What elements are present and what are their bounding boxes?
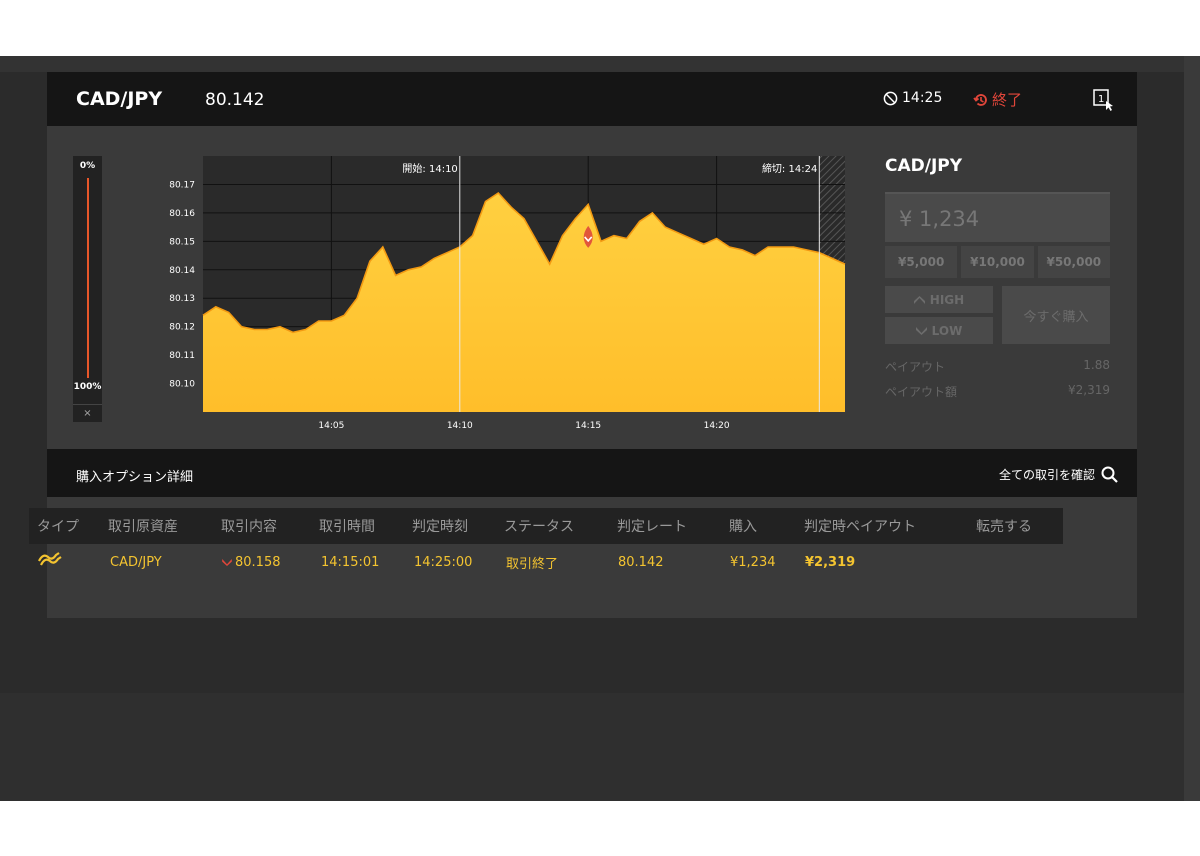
expiry-time: 14:25 <box>883 90 942 106</box>
confirm-all-link[interactable]: 全ての取引を確認 <box>999 466 1118 483</box>
y-tick-label: 80.16 <box>169 209 195 219</box>
preset-50000-button[interactable]: ¥50,000 <box>1037 246 1110 278</box>
col-judge-time: 判定時刻 <box>412 519 468 535</box>
table-row[interactable]: CAD/JPY 80.158 14:15:01 14:25:00 取引終了 80… <box>29 544 1063 580</box>
col-purchase: 購入 <box>729 519 757 535</box>
progress-start-label: 0% <box>79 161 96 171</box>
end-label: 締切: 14:24 <box>762 162 817 175</box>
details-title: 購入オプション詳細 <box>76 470 194 485</box>
x-tick-label: 14:15 <box>575 421 601 431</box>
cell-judge-rate: 80.142 <box>618 554 664 570</box>
chevron-down-icon <box>222 558 232 566</box>
chevron-down-icon <box>915 326 927 335</box>
trade-buttons: HIGH LOW 今すぐ購入 <box>885 286 1110 344</box>
order-pair-title: CAD/JPY <box>885 156 963 176</box>
y-tick-label: 80.13 <box>169 294 195 304</box>
amount-presets: ¥5,000 ¥10,000 ¥50,000 <box>885 246 1110 278</box>
col-trade-time: 取引時間 <box>319 519 375 535</box>
svg-text:1: 1 <box>1098 94 1104 105</box>
progress-bar <box>87 178 89 378</box>
direction-buttons: HIGH LOW <box>885 286 993 344</box>
col-payout: 判定時ペイアウト <box>804 519 916 535</box>
low-label: LOW <box>931 323 963 338</box>
pair-title: CAD/JPY <box>76 88 163 110</box>
cell-content-rate: 80.158 <box>235 554 281 570</box>
screen: CAD/JPY 80.142 14:25 終了 1 0% 100% × 80.1… <box>0 56 1200 801</box>
price-chart: 80.10 80.11 80.12 80.13 80.14 80.15 80.16 80.17… <box>169 156 846 431</box>
y-tick-label: 80.12 <box>169 323 195 333</box>
expiry-time-label: 14:25 <box>902 90 943 106</box>
status-ended-label: 終了 <box>992 91 1023 109</box>
cell-payout: ¥2,319 <box>805 554 856 570</box>
payout-label: ペイアウト <box>885 360 946 374</box>
high-button[interactable]: HIGH <box>885 286 993 313</box>
payout-value: 1.88 <box>1083 358 1110 372</box>
col-type: タイプ <box>37 519 79 535</box>
binary-type-icon <box>38 552 62 566</box>
y-tick-label: 80.11 <box>169 351 195 361</box>
x-tick-label: 14:05 <box>318 421 344 431</box>
no-entry-icon <box>883 91 898 105</box>
col-asset: 取引原資産 <box>108 519 178 535</box>
trade-header: CAD/JPY 80.142 14:25 終了 1 <box>47 72 1137 126</box>
cell-content: 80.158 <box>222 555 281 570</box>
y-tick-label: 80.17 <box>169 180 195 190</box>
payout-row: ペイアウト 1.88 <box>885 358 1110 375</box>
history-icon <box>973 93 987 106</box>
cell-asset: CAD/JPY <box>110 554 162 570</box>
col-resell: 転売する <box>976 519 1032 535</box>
y-tick-label: 80.15 <box>169 237 195 247</box>
start-label: 開始: 14:10 <box>402 162 457 175</box>
col-status: ステータス <box>504 519 574 535</box>
progress-end-label: 100% <box>73 382 102 392</box>
cell-trade-time: 14:15:01 <box>321 554 380 570</box>
amount-input[interactable]: ¥ 1,234 <box>885 192 1110 242</box>
time-progress: 0% 100% × <box>73 156 102 422</box>
preset-10000-button[interactable]: ¥10,000 <box>961 246 1034 278</box>
x-tick-label: 14:20 <box>704 421 730 431</box>
top-strip <box>0 56 1200 72</box>
close-icon[interactable]: × <box>73 404 102 419</box>
status-ended: 終了 <box>973 89 1022 110</box>
details-header: 購入オプション詳細 全ての取引を確認 <box>47 449 1137 497</box>
chart-area: 0% 100% × 80.10 80.11 80.12 80.13 80.14 80.15… <box>47 126 1137 449</box>
order-form: CAD/JPY ¥ 1,234 ¥5,000 ¥10,000 ¥50,000 H… <box>885 156 1110 400</box>
high-label: HIGH <box>929 292 965 307</box>
current-rate: 80.142 <box>205 90 265 110</box>
options-table: タイプ 取引原資産 取引内容 取引時間 判定時刻 ステータス 判定レート 購入 … <box>29 508 1063 580</box>
y-tick-label: 80.14 <box>169 266 195 276</box>
col-content: 取引内容 <box>221 519 277 535</box>
scrollbar[interactable] <box>1184 56 1200 801</box>
payout-amount-label: ペイアウト額 <box>885 385 958 399</box>
y-tick-label: 80.10 <box>169 380 195 390</box>
table-header: タイプ 取引原資産 取引内容 取引時間 判定時刻 ステータス 判定レート 購入 … <box>29 508 1063 544</box>
preset-5000-button[interactable]: ¥5,000 <box>885 246 958 278</box>
confirm-all-label: 全ての取引を確認 <box>999 468 1096 482</box>
single-chart-icon[interactable]: 1 <box>1093 89 1113 111</box>
x-tick-label: 14:10 <box>447 421 473 431</box>
low-button[interactable]: LOW <box>885 317 993 344</box>
col-judge-rate: 判定レート <box>617 519 687 535</box>
payout-amount-value: ¥2,319 <box>1068 383 1110 397</box>
lower-band <box>0 693 1184 801</box>
cell-purchase: ¥1,234 <box>730 554 776 570</box>
cell-status: 取引終了 <box>506 556 559 572</box>
search-icon <box>1101 466 1118 483</box>
buy-now-button[interactable]: 今すぐ購入 <box>1002 286 1110 344</box>
cell-judge-time: 14:25:00 <box>414 554 473 570</box>
chevron-up-icon <box>913 295 925 304</box>
payout-amount-row: ペイアウト額 ¥2,319 <box>885 383 1110 400</box>
